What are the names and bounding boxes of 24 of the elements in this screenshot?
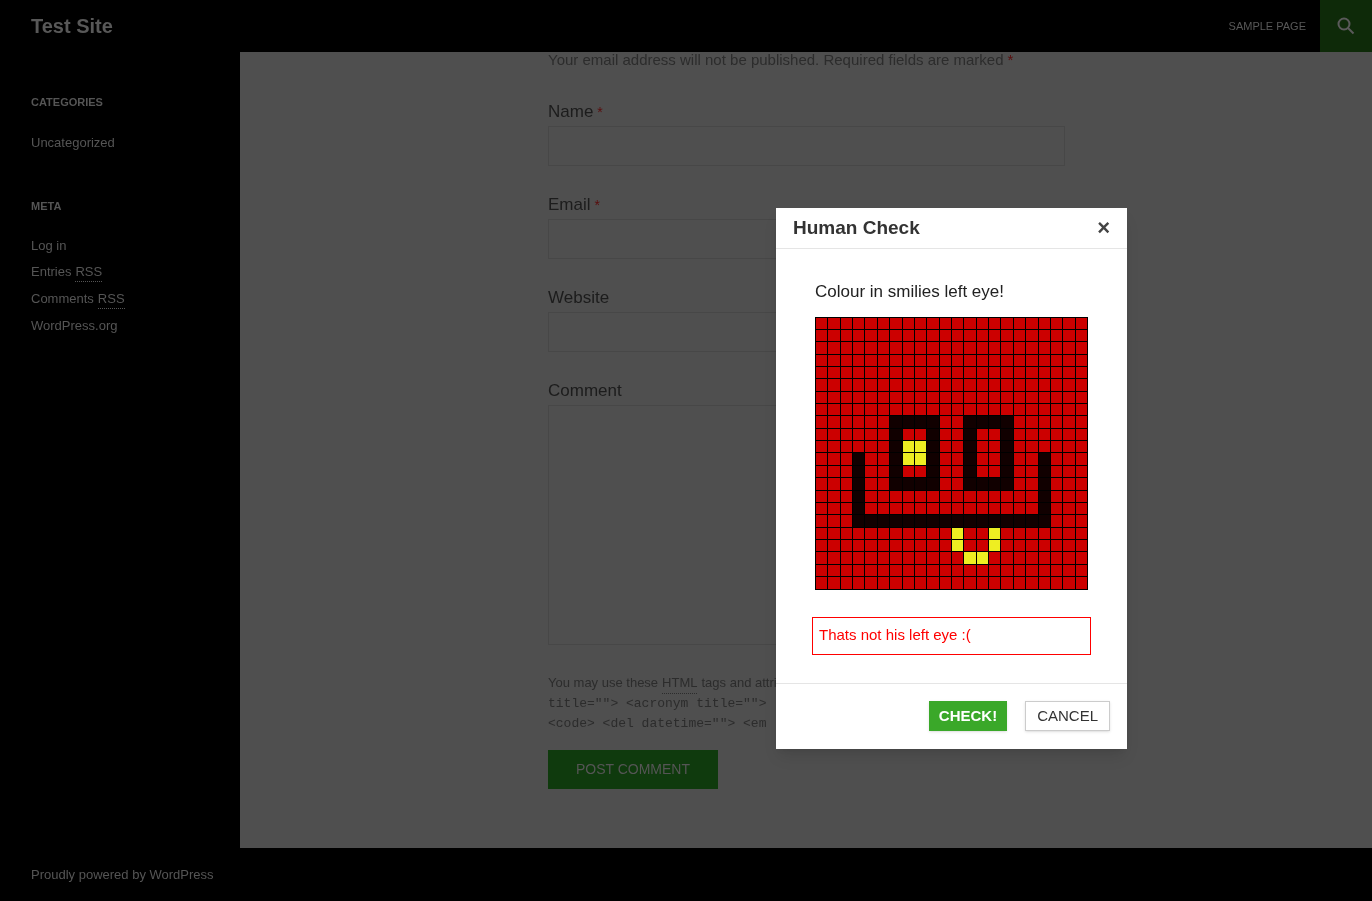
sidebar-link[interactable]: Comments (31, 289, 94, 309)
required-mark: * (1007, 52, 1014, 68)
sidebar-link[interactable]: Entries (31, 262, 72, 282)
prompt-text: Colour in smilies left eye! (815, 281, 1005, 303)
required-mark: * (597, 103, 603, 122)
abbreviation: RSS (75, 262, 103, 282)
search-icon (1337, 17, 1355, 35)
error-message: Thats not his left eye :( (812, 616, 1091, 655)
sidebar-link[interactable]: WordPress.org (31, 316, 118, 335)
post-comment-button[interactable]: POST COMMENT (548, 750, 718, 789)
abbreviation: RSS (97, 289, 125, 309)
search-button[interactable] (1320, 0, 1372, 52)
close-button[interactable]: × (1097, 217, 1110, 239)
modal-title: Human Check (793, 215, 920, 240)
check-button[interactable]: CHECK! (928, 701, 1008, 731)
sidebar-link[interactable]: Uncategorized (31, 132, 115, 152)
nav-link[interactable]: SAMPLE PAGE (1228, 17, 1306, 35)
widget-title: META (31, 198, 63, 214)
widget-title: CATEGORIES (31, 95, 104, 110)
footer-text: Proudly powered by WordPress (31, 865, 214, 884)
required-mark: * (594, 196, 600, 215)
sidebar-link[interactable]: Log in (31, 236, 67, 255)
cancel-button[interactable]: CANCEL (1025, 701, 1110, 731)
site-title[interactable]: Test Site (31, 11, 113, 41)
